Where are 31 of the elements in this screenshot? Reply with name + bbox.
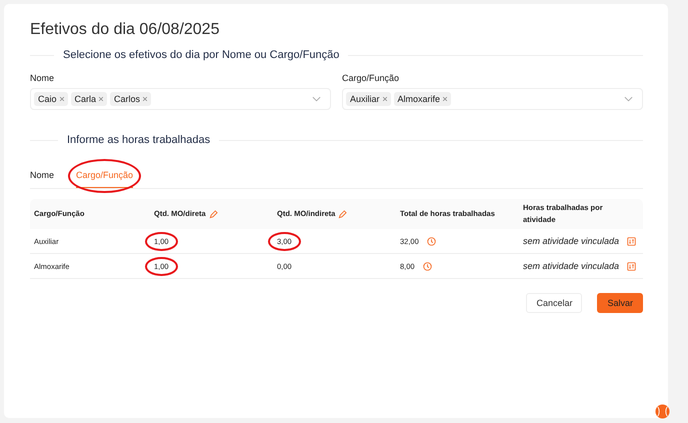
pencil-icon[interactable] — [338, 210, 348, 218]
chevron-down-icon[interactable] — [624, 96, 633, 102]
activity-icon[interactable] — [627, 262, 636, 270]
cancel-button[interactable]: Cancelar — [526, 293, 582, 313]
tag-text: Carlos — [114, 94, 140, 104]
field-label: Cargo/Função — [342, 73, 400, 83]
close-icon[interactable] — [142, 96, 148, 102]
table-cell: sem atividade vinculada — [523, 236, 620, 246]
close-icon[interactable] — [58, 96, 65, 102]
table-cell: sem atividade vinculada — [523, 261, 620, 271]
tag-text: Almoxarife — [398, 94, 440, 104]
close-icon[interactable] — [98, 96, 104, 102]
field-label: Nome — [30, 73, 56, 83]
clock-icon[interactable] — [422, 262, 432, 270]
tag-text: Caio — [38, 94, 57, 104]
activity-icon[interactable] — [627, 236, 636, 246]
section-heading: Informe as horas trabalhadas — [67, 134, 210, 146]
tag-text: Auxiliar — [350, 94, 380, 104]
multi-select-field[interactable]: Caio Carla Carlos — [30, 88, 331, 110]
page-title: Efetivos do dia 06/08/2025 — [30, 21, 220, 39]
multi-select-field[interactable]: Auxiliar Almoxarife — [342, 88, 643, 110]
section-heading: Selecione os efetivos do dia por Nome ou Cargo/Função — [63, 49, 340, 61]
close-icon[interactable] — [382, 96, 388, 102]
close-icon[interactable] — [442, 96, 448, 102]
chevron-down-icon[interactable] — [312, 96, 321, 102]
ball-icon[interactable] — [655, 404, 670, 419]
pencil-icon[interactable] — [208, 210, 218, 218]
tag-text: Carla — [74, 94, 96, 104]
clock-icon[interactable] — [426, 236, 436, 246]
save-button[interactable]: Salvar — [597, 293, 643, 313]
tab[interactable]: Nome — [30, 164, 54, 188]
